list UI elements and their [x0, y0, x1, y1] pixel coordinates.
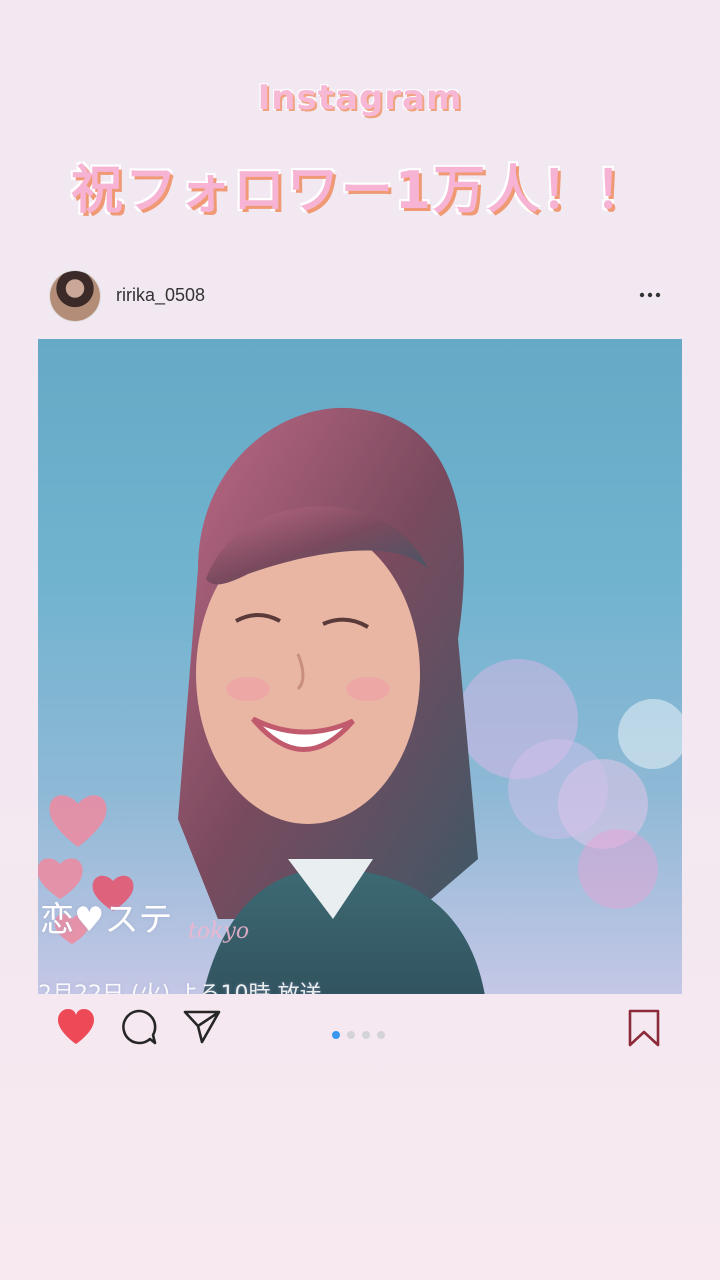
person-portrait [178, 407, 485, 994]
bookmark-icon[interactable] [626, 1008, 662, 1048]
post-actions [38, 1000, 682, 1060]
username[interactable]: ririka_0508 [116, 285, 205, 306]
bokeh-light [508, 739, 608, 839]
carousel-indicator [332, 1024, 392, 1043]
send-icon[interactable] [182, 1008, 222, 1046]
header-caption: 祝フォロワー1万人！！ [70, 161, 650, 221]
carousel-dot-active [332, 1031, 340, 1039]
avatar[interactable] [50, 271, 100, 321]
bokeh-light [578, 829, 658, 909]
post-header: ririka_0508 [50, 271, 670, 323]
heart-filled-icon[interactable] [56, 1008, 96, 1046]
header-title: Instagram [257, 78, 463, 118]
more-horizontal-icon[interactable] [638, 285, 662, 305]
comment-icon[interactable] [120, 1008, 158, 1046]
photo-caption-date: 2月22日 (火) よる10時 放送 [38, 976, 321, 994]
carousel-dot [377, 1031, 385, 1039]
photo-caption-title: 恋♥ステ [40, 900, 173, 940]
carousel-dot [347, 1031, 355, 1039]
carousel-dot [362, 1031, 370, 1039]
bokeh-light [618, 699, 682, 769]
photo-script-text: tokyo [188, 919, 250, 944]
